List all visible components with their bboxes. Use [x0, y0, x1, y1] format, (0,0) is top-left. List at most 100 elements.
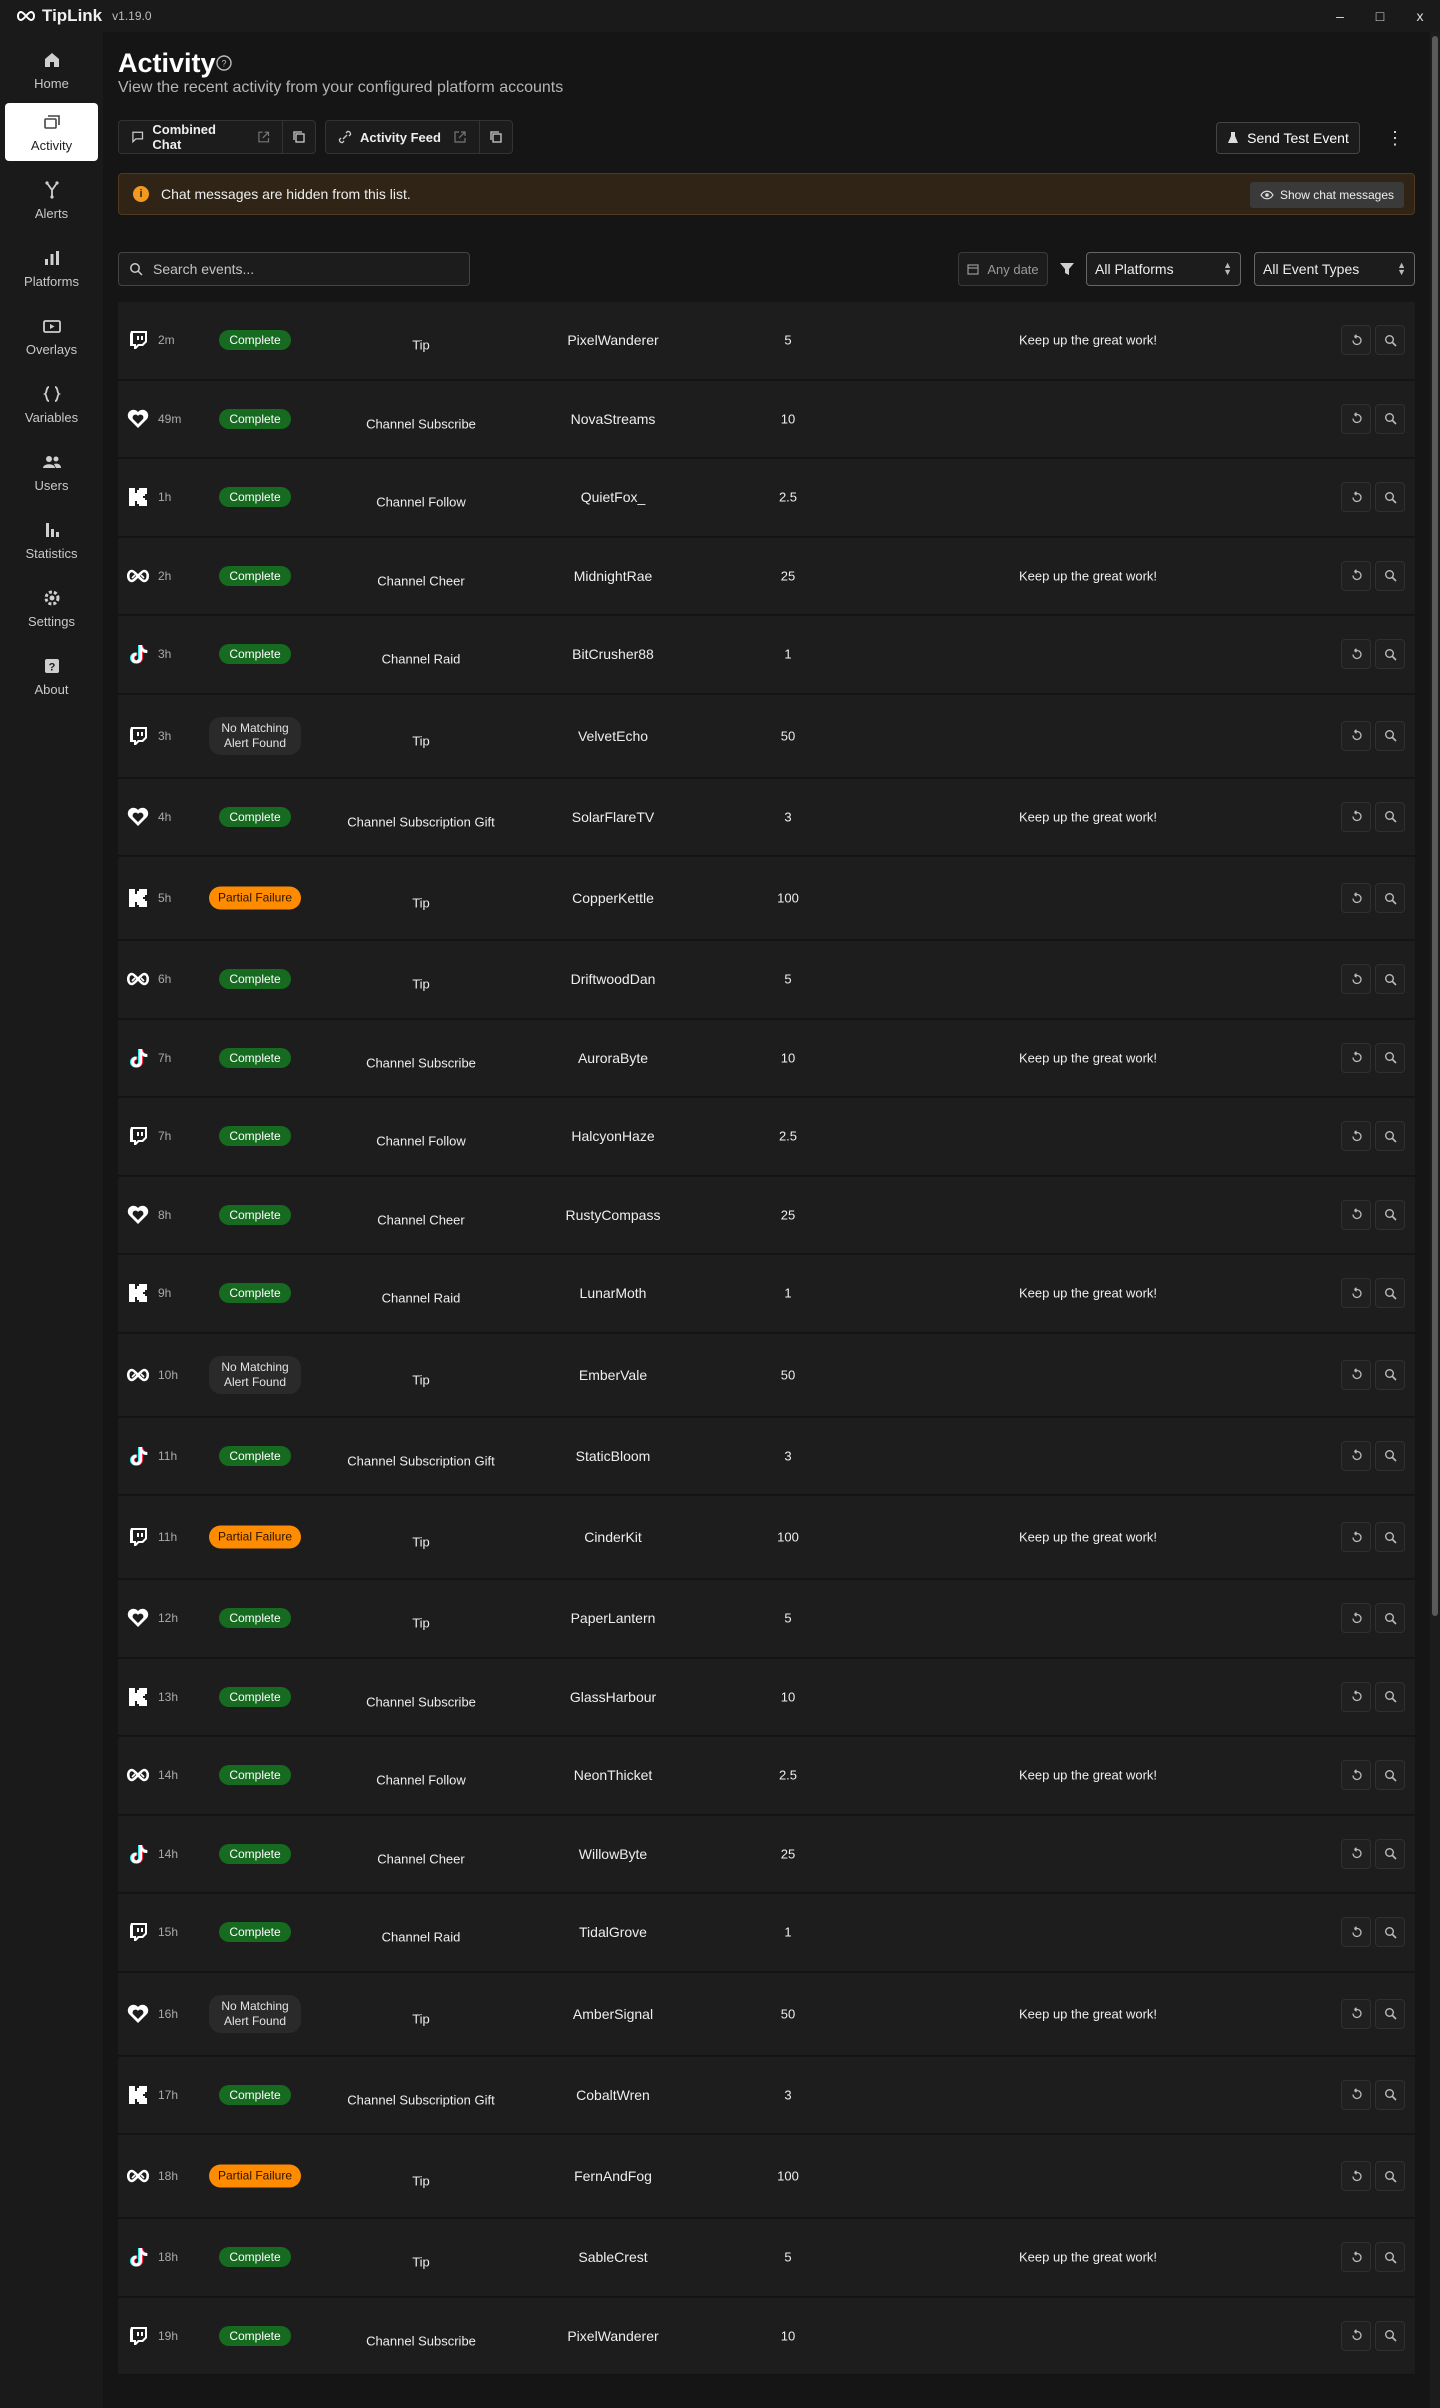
inspect-button[interactable] [1375, 1603, 1405, 1634]
show-chat-messages-button[interactable]: Show chat messages [1249, 182, 1404, 208]
search-input[interactable] [153, 261, 453, 277]
replay-button[interactable] [1341, 1121, 1371, 1152]
inspect-button[interactable] [1375, 964, 1405, 995]
table-row[interactable]: 14h Complete Channel Follow NeonThicket 2.5 K… [118, 1737, 1415, 1815]
inspect-button[interactable] [1375, 1278, 1405, 1309]
more-options-button[interactable]: ⋮ [1383, 122, 1407, 154]
help-icon[interactable]: ? [215, 54, 233, 72]
nav-about[interactable]: ? About [5, 647, 98, 705]
table-row[interactable]: 8h Complete Channel Cheer RustyCompass 25 [118, 1176, 1415, 1254]
inspect-button[interactable] [1375, 1440, 1405, 1471]
replay-button[interactable] [1341, 1278, 1371, 1309]
replay-button[interactable] [1341, 2242, 1371, 2273]
copy-combined-chat-url-button[interactable] [283, 121, 315, 153]
combined-chat-button[interactable]: Combined Chat [119, 121, 283, 153]
inspect-button[interactable] [1375, 403, 1405, 434]
event-type-select[interactable]: All Event Types ▲ ▼ [1254, 252, 1415, 286]
table-row[interactable]: 16h No Matching Alert Found Tip AmberSignal… [118, 1972, 1415, 2056]
inspect-button[interactable] [1375, 1199, 1405, 1230]
replay-button[interactable] [1341, 1681, 1371, 1712]
table-row[interactable]: 11h Complete Channel Subscription Gift Stat… [118, 1417, 1415, 1495]
nav-settings[interactable]: Settings [5, 579, 98, 637]
table-row[interactable]: 10h No Matching Alert Found Tip EmberVale 50 [118, 1333, 1415, 1417]
table-row[interactable]: 17h Complete Channel Subscription Gift Coba… [118, 2056, 1415, 2134]
replay-button[interactable] [1341, 482, 1371, 513]
replay-button[interactable] [1341, 403, 1371, 434]
table-row[interactable]: 14h Complete Channel Cheer WillowByte 25 [118, 1815, 1415, 1893]
table-row[interactable]: 5h Partial Failure Tip CopperKettle 100 [118, 857, 1415, 940]
platform-select[interactable]: All Platforms ▲ ▼ [1086, 252, 1241, 286]
inspect-button[interactable] [1375, 1121, 1405, 1152]
table-row[interactable]: 18h Partial Failure Tip FernAndFog 100 [118, 2135, 1415, 2218]
nav-variables[interactable]: Variables [5, 375, 98, 433]
table-row[interactable]: 11h Partial Failure Tip CinderKit 100 Keep up… [118, 1496, 1415, 1579]
inspect-button[interactable] [1375, 1681, 1405, 1712]
table-row[interactable]: 13h Complete Channel Subscribe GlassHarbour… [118, 1658, 1415, 1736]
nav-activity[interactable]: Activity [5, 103, 98, 161]
replay-button[interactable] [1341, 801, 1371, 832]
replay-button[interactable] [1341, 1199, 1371, 1230]
activity-feed-button[interactable]: Activity Feed [326, 121, 480, 153]
table-row[interactable]: 4h Complete Channel Subscription Gift Solar… [118, 778, 1415, 856]
inspect-button[interactable] [1375, 1042, 1405, 1073]
replay-button[interactable] [1341, 2079, 1371, 2110]
copy-activity-feed-url-button[interactable] [480, 121, 512, 153]
table-row[interactable]: 7h Complete Channel Subscribe AuroraByte 10 K… [118, 1019, 1415, 1097]
replay-button[interactable] [1341, 2161, 1371, 2191]
filter-icon[interactable] [1058, 260, 1076, 278]
replay-button[interactable] [1341, 2320, 1371, 2351]
replay-button[interactable] [1341, 964, 1371, 995]
replay-button[interactable] [1341, 1838, 1371, 1869]
replay-button[interactable] [1341, 720, 1371, 751]
nav-statistics[interactable]: Statistics [5, 511, 98, 569]
replay-button[interactable] [1341, 325, 1371, 356]
table-row[interactable]: 12h Complete Tip PaperLantern 5 [118, 1580, 1415, 1658]
table-row[interactable]: 7h Complete Channel Follow HalcyonHaze 2.5 [118, 1098, 1415, 1176]
replay-button[interactable] [1341, 639, 1371, 670]
replay-button[interactable] [1341, 560, 1371, 591]
replay-button[interactable] [1341, 1440, 1371, 1471]
nav-alerts[interactable]: Alerts [5, 171, 98, 229]
inspect-button[interactable] [1375, 639, 1405, 670]
inspect-button[interactable] [1375, 883, 1405, 913]
nav-overlays[interactable]: Overlays [5, 307, 98, 365]
replay-button[interactable] [1341, 1917, 1371, 1948]
nav-home[interactable]: Home [5, 41, 98, 99]
table-row[interactable]: 15h Complete Channel Raid TidalGrove 1 [118, 1894, 1415, 1972]
replay-button[interactable] [1341, 1359, 1371, 1390]
table-row[interactable]: 1h Complete Channel Follow QuietFox_ 2.5 [118, 459, 1415, 537]
replay-button[interactable] [1341, 1760, 1371, 1791]
table-row[interactable]: 19h Complete Channel Subscribe PixelWandere… [118, 2297, 1415, 2375]
date-filter-button[interactable]: Any date [958, 252, 1048, 286]
inspect-button[interactable] [1375, 1760, 1405, 1791]
nav-users[interactable]: Users [5, 443, 98, 501]
minimize-button[interactable]: – [1320, 0, 1360, 32]
inspect-button[interactable] [1375, 1522, 1405, 1552]
table-row[interactable]: 2m Complete Tip PixelWanderer 5 Keep up the g… [118, 302, 1415, 380]
nav-platforms[interactable]: Platforms [5, 239, 98, 297]
scrollbar-thumb[interactable] [1432, 36, 1438, 1616]
table-row[interactable]: 9h Complete Channel Raid LunarMoth 1 Keep up … [118, 1255, 1415, 1333]
replay-button[interactable] [1341, 883, 1371, 913]
inspect-button[interactable] [1375, 1838, 1405, 1869]
table-row[interactable]: 2h Complete Channel Cheer MidnightRae 25 Keep… [118, 537, 1415, 615]
search-box[interactable] [118, 252, 470, 286]
inspect-button[interactable] [1375, 2079, 1405, 2110]
inspect-button[interactable] [1375, 801, 1405, 832]
table-row[interactable]: 49m Complete Channel Subscribe NovaStreams 1… [118, 380, 1415, 458]
inspect-button[interactable] [1375, 2242, 1405, 2273]
replay-button[interactable] [1341, 1522, 1371, 1552]
table-row[interactable]: 18h Complete Tip SableCrest 5 Keep up the gre… [118, 2219, 1415, 2297]
inspect-button[interactable] [1375, 2320, 1405, 2351]
inspect-button[interactable] [1375, 482, 1405, 513]
close-button[interactable]: x [1400, 0, 1440, 32]
table-row[interactable]: 6h Complete Tip DriftwoodDan 5 [118, 941, 1415, 1019]
inspect-button[interactable] [1375, 720, 1405, 751]
replay-button[interactable] [1341, 1042, 1371, 1073]
table-row[interactable]: 3h No Matching Alert Found Tip VelvetEcho 50 [118, 694, 1415, 778]
inspect-button[interactable] [1375, 560, 1405, 591]
inspect-button[interactable] [1375, 1917, 1405, 1948]
table-row[interactable]: 3h Complete Channel Raid BitCrusher88 1 [118, 616, 1415, 694]
inspect-button[interactable] [1375, 1359, 1405, 1390]
inspect-button[interactable] [1375, 1998, 1405, 2029]
